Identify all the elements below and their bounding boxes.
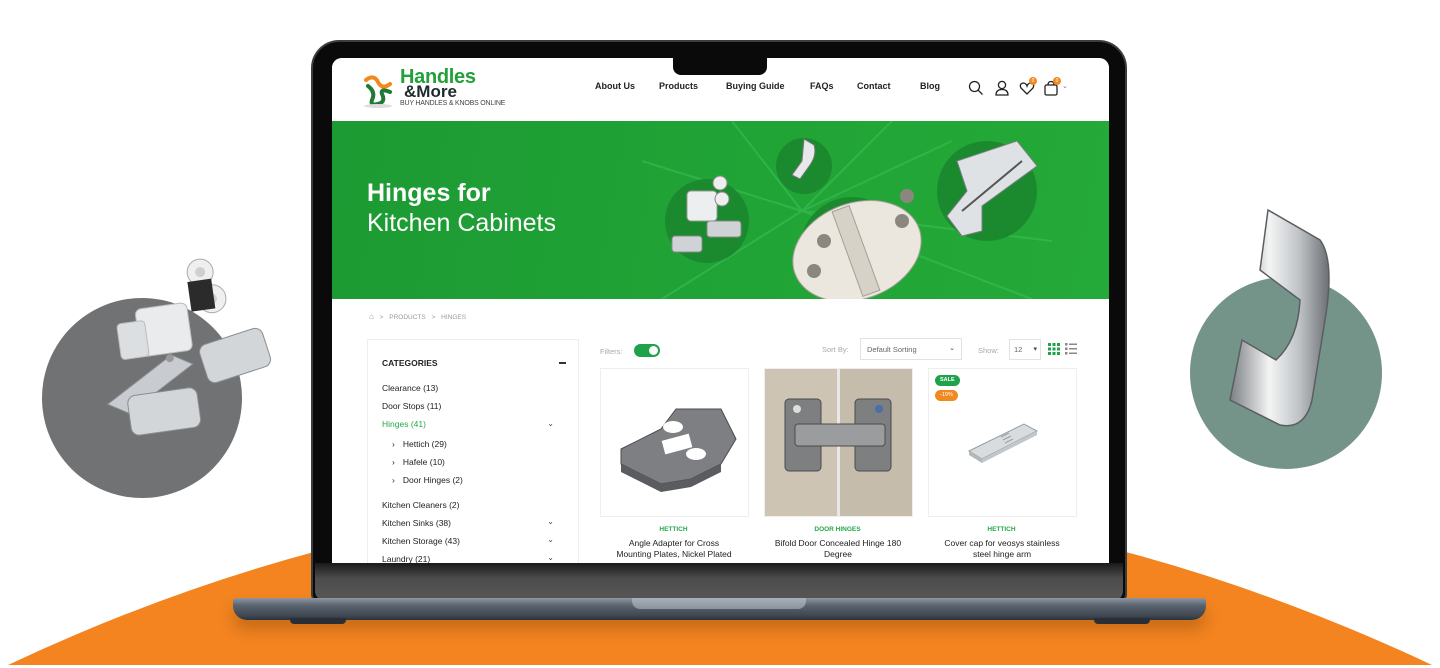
show-count-value: 12 bbox=[1014, 345, 1023, 354]
nav-blog[interactable]: Blog bbox=[920, 81, 940, 91]
search-icon[interactable] bbox=[968, 80, 984, 96]
show-count-select[interactable]: 12 ▾ bbox=[1009, 339, 1041, 360]
hero-title-line1: Hinges for bbox=[367, 179, 491, 207]
laptop-foot bbox=[1094, 618, 1150, 624]
list-view-icon[interactable] bbox=[1065, 343, 1077, 355]
categories-title: CATEGORIES bbox=[382, 358, 438, 368]
laptop-opening-groove bbox=[632, 598, 806, 609]
chevron-right-icon: › bbox=[392, 457, 395, 467]
product-category[interactable]: DOOR HINGES bbox=[764, 526, 911, 533]
nav-buying-guide[interactable]: Buying Guide bbox=[726, 81, 785, 91]
nav-faqs[interactable]: FAQs bbox=[810, 81, 834, 91]
product-category[interactable]: HETTICH bbox=[928, 526, 1075, 533]
angle-adapter-plate-image bbox=[620, 408, 737, 492]
product-name[interactable]: Cover cap for veosys stainless steel hin… bbox=[922, 538, 1082, 560]
category-kitchen-storage[interactable]: Kitchen Storage (43) bbox=[382, 536, 460, 546]
concealed-hinge-decor-image bbox=[106, 258, 272, 436]
hero-banner: Hinges for Kitchen Cabinets bbox=[332, 121, 1109, 299]
logo-mark-icon bbox=[364, 75, 392, 108]
product-name-line1: Bifold Door Concealed Hinge 180 bbox=[774, 538, 902, 548]
product-name-line1: Cover cap for veosys stainless bbox=[944, 538, 1060, 548]
user-icon[interactable] bbox=[994, 80, 1010, 96]
laptop-screen: Handles &More BUY HANDLES & KNOBS ONLINE… bbox=[332, 58, 1109, 563]
product-image-bifold-hinge[interactable] bbox=[764, 368, 913, 517]
chevron-right-icon: › bbox=[392, 475, 395, 485]
hero-products-image bbox=[665, 138, 1038, 299]
category-hinges[interactable]: Hinges (41) bbox=[382, 419, 426, 429]
chevron-right-icon: › bbox=[392, 439, 395, 449]
chevron-down-icon[interactable]: ⌄ bbox=[547, 553, 554, 562]
collapse-minus-icon[interactable] bbox=[559, 362, 566, 364]
nav-contact[interactable]: Contact bbox=[857, 81, 891, 91]
nav-about-us[interactable]: About Us bbox=[595, 81, 635, 91]
sort-select-value: Default Sorting bbox=[867, 345, 917, 354]
product-image-angle-adapter[interactable] bbox=[600, 368, 749, 517]
product-name-line2: Degree bbox=[824, 549, 852, 559]
chevron-down-icon[interactable]: ⌄ bbox=[547, 419, 554, 428]
subcategory-hafele[interactable]: › Hafele (10) bbox=[392, 457, 445, 467]
product-image-cover-cap[interactable]: SALE -19% bbox=[928, 368, 1077, 517]
home-icon[interactable]: ⌂ bbox=[369, 312, 374, 321]
category-kitchen-cleaners[interactable]: Kitchen Cleaners (2) bbox=[382, 500, 459, 510]
product-name[interactable]: Bifold Door Concealed Hinge 180 Degree bbox=[758, 538, 918, 560]
sale-badge: SALE bbox=[935, 375, 960, 386]
filters-toggle[interactable] bbox=[634, 344, 660, 357]
grid-view-icon[interactable] bbox=[1048, 343, 1060, 355]
logo-tagline: BUY HANDLES & KNOBS ONLINE bbox=[400, 100, 506, 107]
subcategory-label: Hettich (29) bbox=[402, 439, 447, 449]
breadcrumb-separator: > bbox=[379, 314, 384, 321]
categories-sidebar: CATEGORIES Clearance (13) Door Stops (11… bbox=[367, 339, 579, 563]
category-kitchen-sinks[interactable]: Kitchen Sinks (38) bbox=[382, 518, 451, 528]
subcategory-label: Hafele (10) bbox=[402, 457, 445, 467]
site-logo[interactable]: Handles &More BUY HANDLES & KNOBS ONLINE bbox=[360, 66, 530, 112]
subcategory-door-hinges[interactable]: › Door Hinges (2) bbox=[392, 475, 463, 485]
category-laundry[interactable]: Laundry (21) bbox=[382, 554, 430, 563]
hero-title-line2: Kitchen Cabinets bbox=[367, 209, 557, 237]
breadcrumb-hinges: HINGES bbox=[441, 314, 467, 321]
laptop-foot bbox=[290, 618, 346, 624]
bifold-hinge-image bbox=[765, 369, 912, 516]
product-name-line1: Angle Adapter for Cross bbox=[628, 538, 720, 548]
sort-select[interactable]: Default Sorting ⌄ bbox=[860, 338, 962, 360]
chevron-down-icon: ⌄ bbox=[949, 345, 955, 352]
logo-word-more: &More bbox=[404, 82, 457, 101]
show-label: Show: bbox=[978, 346, 999, 355]
product-name-line2: steel hinge arm bbox=[972, 549, 1032, 559]
category-door-stops[interactable]: Door Stops (11) bbox=[382, 401, 441, 411]
chevron-down-icon[interactable]: ⌄ bbox=[547, 535, 554, 544]
product-name[interactable]: Angle Adapter for Cross Mounting Plates,… bbox=[594, 538, 754, 560]
discount-badge: -19% bbox=[935, 390, 958, 401]
breadcrumb-products[interactable]: PRODUCTS bbox=[389, 314, 425, 321]
cart-dropdown-chevron-icon[interactable]: ⌄ bbox=[1062, 82, 1068, 90]
category-clearance[interactable]: Clearance (13) bbox=[382, 383, 438, 393]
sort-by-label: Sort By: bbox=[822, 345, 849, 354]
product-name-line2: Mounting Plates, Nickel Plated bbox=[616, 549, 732, 559]
chevron-down-icon[interactable]: ⌄ bbox=[547, 517, 554, 526]
cart-count-badge: 0 bbox=[1053, 77, 1061, 85]
wishlist-count-badge: 0 bbox=[1029, 77, 1037, 85]
subcategory-label: Door Hinges (2) bbox=[402, 475, 463, 485]
product-category[interactable]: HETTICH bbox=[600, 526, 747, 533]
filters-label: Filters: bbox=[600, 347, 623, 356]
laptop-bezel-chin bbox=[315, 563, 1123, 601]
nav-products[interactable]: Products bbox=[659, 81, 698, 91]
breadcrumb-separator: > bbox=[431, 314, 436, 321]
pull-handle-decor-image bbox=[1229, 208, 1330, 427]
subcategory-hettich[interactable]: › Hettich (29) bbox=[392, 439, 447, 449]
chevron-down-icon: ▾ bbox=[1033, 346, 1037, 353]
breadcrumb: ⌂ > PRODUCTS > HINGES bbox=[369, 312, 466, 321]
camera-notch bbox=[673, 58, 767, 75]
